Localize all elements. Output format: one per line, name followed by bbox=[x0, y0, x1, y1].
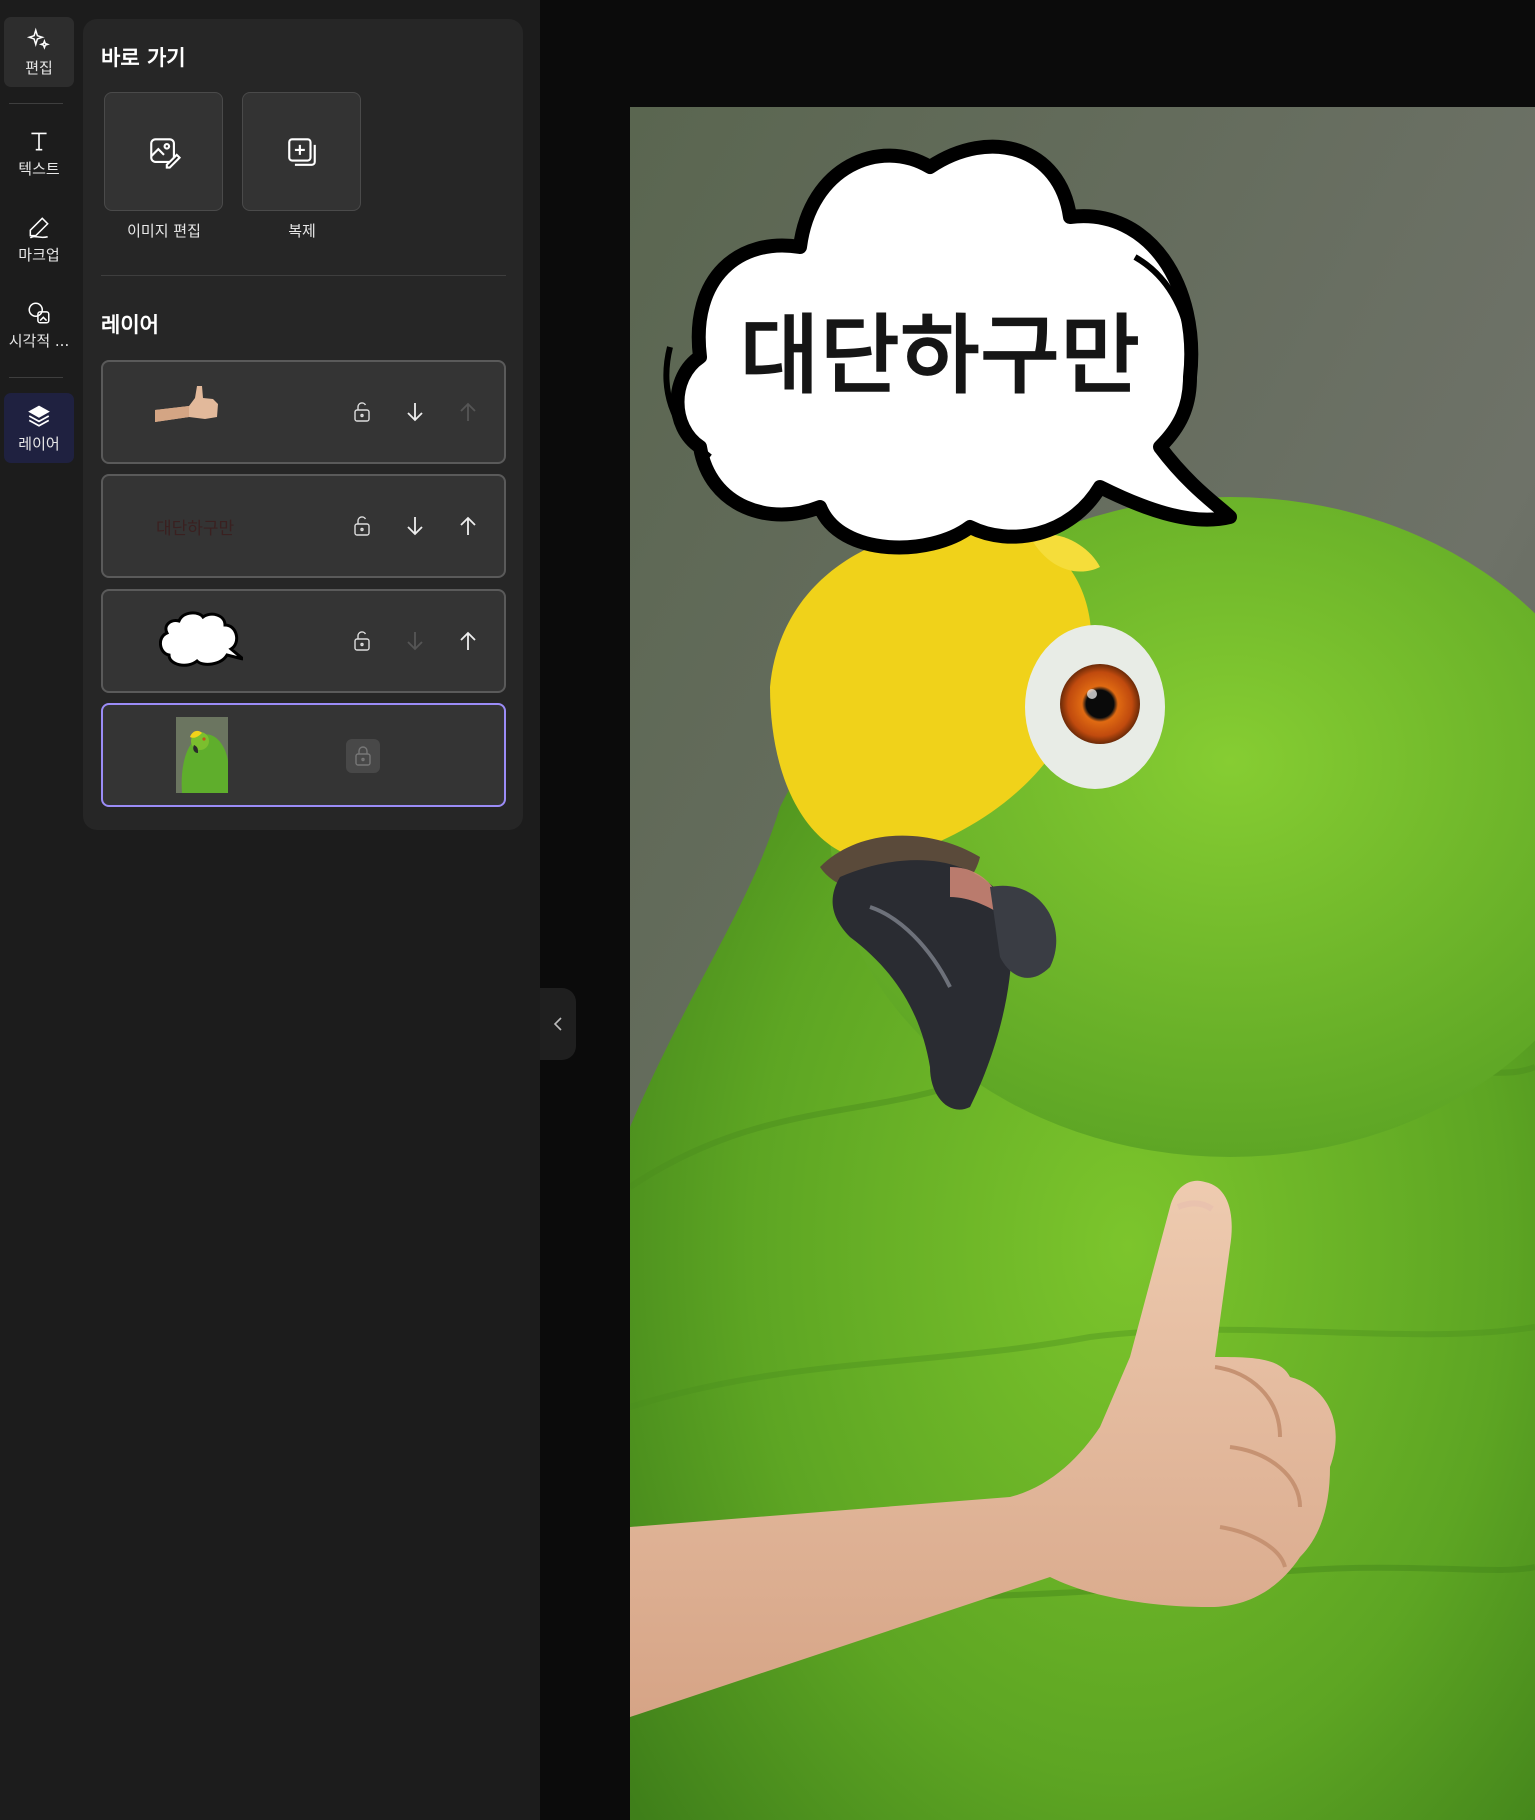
sparkle-edit-icon bbox=[26, 27, 50, 50]
layer-item-hand[interactable] bbox=[101, 360, 506, 464]
layers-icon bbox=[28, 405, 50, 427]
unlock-icon bbox=[354, 402, 370, 422]
side-panel: 바로 가기 이미지 편집 복제 레이어 대단하구만 bbox=[83, 19, 523, 830]
rail-divider bbox=[9, 377, 63, 378]
move-up-button[interactable] bbox=[454, 512, 482, 540]
unlock-icon bbox=[354, 631, 370, 651]
layer-thumbnail-text: 대단하구만 bbox=[156, 519, 235, 539]
rail-label: 시각적 ... bbox=[8, 331, 70, 350]
move-down-button[interactable] bbox=[401, 398, 429, 426]
duplicate-button[interactable] bbox=[242, 92, 361, 211]
lock-indicator bbox=[346, 739, 380, 773]
duplicate-label: 복제 bbox=[288, 222, 316, 240]
layer-thumbnail-bubble bbox=[159, 611, 243, 667]
panel-divider bbox=[101, 275, 506, 276]
move-up-button[interactable] bbox=[454, 627, 482, 655]
rail-item-edit[interactable]: 편집 bbox=[4, 17, 74, 87]
image-edit-button[interactable] bbox=[104, 92, 223, 211]
arrow-down-icon bbox=[407, 632, 423, 651]
rail-item-layers[interactable]: 레이어 bbox=[4, 393, 74, 463]
layer-item-text[interactable]: 대단하구만 bbox=[101, 474, 506, 578]
rail-label: 편집 bbox=[25, 58, 53, 77]
lock-toggle[interactable] bbox=[348, 627, 376, 655]
canvas-bubble-text[interactable]: 대단하구만 bbox=[740, 285, 1141, 410]
rail-item-text[interactable]: 텍스트 bbox=[4, 118, 74, 188]
layers-title: 레이어 bbox=[101, 313, 159, 337]
layer-item-bubble[interactable] bbox=[101, 589, 506, 693]
layer-thumbnail-hand bbox=[155, 386, 218, 422]
duplicate-icon bbox=[287, 137, 316, 166]
text-icon bbox=[31, 132, 47, 150]
layer-thumbnail-parrot bbox=[176, 717, 228, 793]
lock-toggle[interactable] bbox=[348, 398, 376, 426]
rail-label: 텍스트 bbox=[18, 159, 60, 178]
lock-icon bbox=[355, 746, 371, 766]
rail-label: 마크업 bbox=[18, 245, 60, 264]
tool-rail: 편집 텍스트 마크업 시각적 ... 레이어 bbox=[0, 0, 80, 1820]
arrow-up-icon bbox=[460, 402, 476, 421]
image-edit-label: 이미지 편집 bbox=[127, 222, 201, 240]
visual-shapes-icon bbox=[28, 301, 50, 324]
rail-item-visual[interactable]: 시각적 ... bbox=[4, 290, 74, 360]
rail-item-markup[interactable]: 마크업 bbox=[4, 204, 74, 274]
layer-item-background[interactable] bbox=[101, 703, 506, 807]
arrow-up-icon bbox=[460, 516, 476, 535]
pen-markup-icon bbox=[29, 216, 49, 238]
quick-actions-title: 바로 가기 bbox=[101, 46, 186, 70]
unlock-icon bbox=[354, 516, 370, 536]
arrow-down-icon bbox=[407, 517, 423, 536]
rail-label: 레이어 bbox=[18, 434, 60, 453]
chevron-left-icon bbox=[553, 1017, 562, 1031]
move-up-button bbox=[454, 398, 482, 426]
image-edit-icon bbox=[149, 137, 181, 169]
lock-toggle[interactable] bbox=[348, 512, 376, 540]
rail-divider bbox=[9, 103, 63, 104]
collapse-panel-button[interactable] bbox=[540, 988, 576, 1060]
move-down-button bbox=[401, 627, 429, 655]
arrow-up-icon bbox=[460, 631, 476, 650]
arrow-down-icon bbox=[407, 403, 423, 422]
move-down-button[interactable] bbox=[401, 512, 429, 540]
